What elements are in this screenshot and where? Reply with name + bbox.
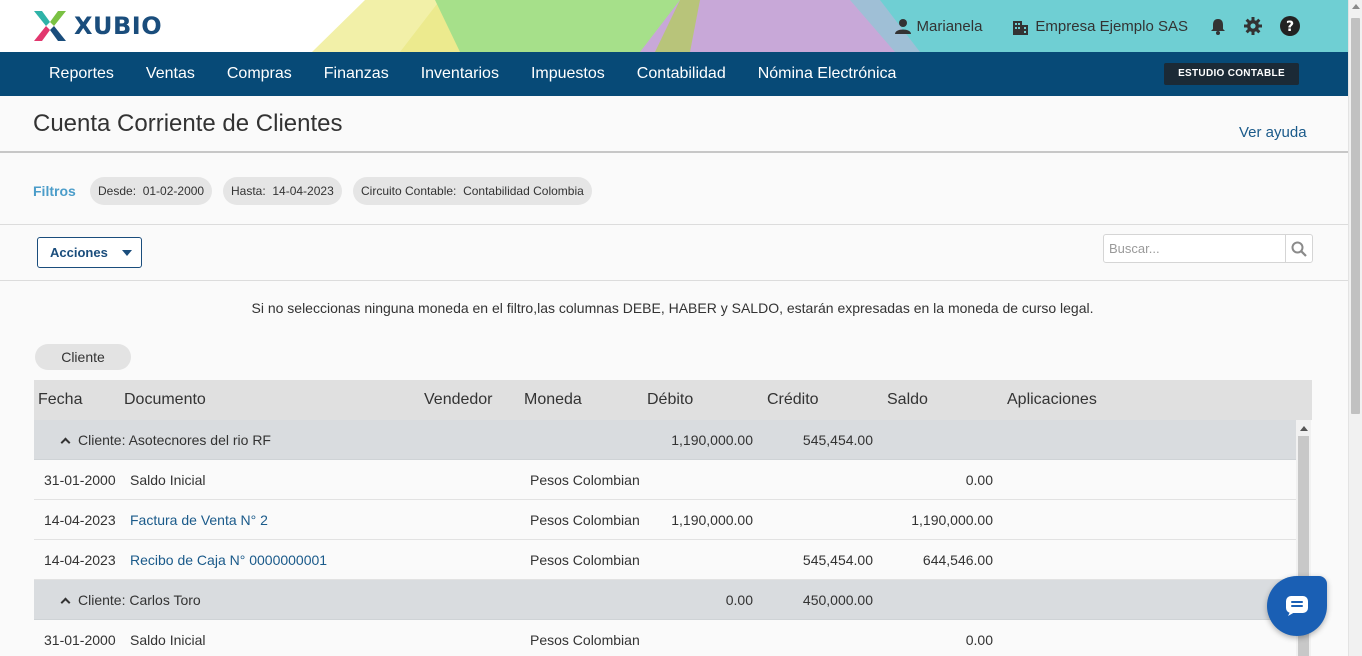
group-label: Cliente: Asotecnores del rio RF bbox=[60, 420, 271, 460]
cell-fecha: 14-04-2023 bbox=[44, 552, 116, 568]
document-link[interactable]: Factura de Venta N° 2 bbox=[130, 500, 268, 540]
nav-item-reportes[interactable]: Reportes bbox=[33, 52, 130, 96]
nav-item-ventas[interactable]: Ventas bbox=[130, 52, 211, 96]
group-row[interactable]: Cliente: Asotecnores del rio RF 1,190,00… bbox=[34, 420, 1296, 460]
cell-saldo: 0.00 bbox=[965, 632, 993, 648]
chat-icon bbox=[1286, 596, 1308, 616]
xubio-logo[interactable]: XUBIO bbox=[32, 9, 162, 43]
filter-chip-name: Circuito Contable: bbox=[361, 184, 457, 198]
top-bar: XUBIO Marianela Empresa Ejemplo SAS ? bbox=[0, 0, 1348, 52]
filter-chip-name: Hasta: bbox=[231, 184, 266, 198]
column-header-moneda[interactable]: Moneda bbox=[524, 380, 582, 420]
scroll-up-icon[interactable] bbox=[1352, 4, 1360, 9]
filter-chip-value: 14-04-2023 bbox=[272, 184, 334, 198]
cell-moneda: Pesos Colombian bbox=[530, 512, 640, 528]
column-header-documento[interactable]: Documento bbox=[124, 380, 206, 420]
chevron-up-icon[interactable] bbox=[60, 597, 71, 608]
acciones-dropdown[interactable]: Acciones bbox=[37, 237, 142, 268]
xubio-logo-icon bbox=[34, 11, 66, 41]
column-header-vendedor[interactable]: Vendedor bbox=[424, 380, 493, 420]
column-header-fecha[interactable]: Fecha bbox=[38, 380, 82, 420]
bell-icon[interactable] bbox=[1210, 18, 1226, 35]
currency-notice: Si no seleccionas ninguna moneda en el f… bbox=[251, 300, 1094, 316]
column-header-credito[interactable]: Crédito bbox=[767, 380, 819, 420]
page-title: Cuenta Corriente de Clientes bbox=[33, 110, 343, 137]
cell-fecha: 14-04-2023 bbox=[44, 512, 116, 528]
group-debito: 1,190,000.00 bbox=[671, 432, 753, 448]
title-divider bbox=[0, 151, 1348, 153]
cell-moneda: Pesos Colombian bbox=[530, 472, 640, 488]
cell-documento: Saldo Inicial bbox=[130, 472, 206, 488]
main-nav: Reportes Ventas Compras Finanzas Inventa… bbox=[0, 52, 1348, 96]
studio-button[interactable]: ESTUDIO CONTABLE bbox=[1164, 63, 1299, 85]
table-row[interactable]: 14-04-2023 Recibo de Caja N° 0000000001 … bbox=[34, 540, 1296, 580]
user-menu-button[interactable]: Marianela bbox=[894, 17, 983, 35]
group-debito: 0.00 bbox=[725, 592, 753, 608]
filter-chip-hasta[interactable]: Hasta: 14-04-2023 bbox=[223, 177, 342, 205]
search-box bbox=[1103, 234, 1313, 263]
table-row[interactable]: 14-04-2023 Factura de Venta N° 2 Pesos C… bbox=[34, 500, 1296, 540]
nav-item-finanzas[interactable]: Finanzas bbox=[308, 52, 405, 96]
building-icon bbox=[1013, 20, 1029, 35]
company-selector[interactable]: Empresa Ejemplo SAS bbox=[1012, 18, 1188, 35]
help-link[interactable]: Ver ayuda bbox=[1239, 124, 1307, 141]
user-menu: Marianela Empresa Ejemplo SAS ? bbox=[894, 0, 1300, 52]
filters-label[interactable]: Filtros bbox=[33, 183, 76, 199]
filter-chip-name: Desde: bbox=[98, 184, 137, 198]
cell-credito: 545,454.00 bbox=[802, 552, 873, 568]
grouping-chip-cliente[interactable]: Cliente bbox=[35, 344, 131, 370]
user-icon bbox=[894, 19, 911, 34]
table-row[interactable]: 31-01-2000 Saldo Inicial Pesos Colombian… bbox=[34, 460, 1296, 500]
help-icon[interactable]: ? bbox=[1280, 16, 1300, 36]
column-header-saldo[interactable]: Saldo bbox=[887, 380, 928, 420]
acciones-label: Acciones bbox=[50, 245, 108, 260]
svg-text:?: ? bbox=[1286, 19, 1294, 35]
page-scrollbar[interactable] bbox=[1348, 0, 1362, 656]
brand-name: XUBIO bbox=[74, 12, 163, 40]
chat-button[interactable] bbox=[1267, 576, 1327, 636]
cell-fecha: 31-01-2000 bbox=[44, 472, 116, 488]
document-link[interactable]: Recibo de Caja N° 0000000001 bbox=[130, 540, 327, 580]
caret-down-icon bbox=[122, 250, 132, 256]
scroll-up-icon[interactable] bbox=[1300, 426, 1308, 431]
column-header-aplicaciones[interactable]: Aplicaciones bbox=[1007, 380, 1097, 420]
search-button[interactable] bbox=[1285, 235, 1312, 262]
group-label-text: Cliente: Carlos Toro bbox=[78, 592, 201, 608]
cell-moneda: Pesos Colombian bbox=[530, 552, 640, 568]
cell-debito: 1,190,000.00 bbox=[671, 512, 753, 528]
page-scrollbar-thumb[interactable] bbox=[1351, 18, 1360, 414]
nav-item-contabilidad[interactable]: Contabilidad bbox=[621, 52, 742, 96]
filter-chip-desde[interactable]: Desde: 01-02-2000 bbox=[90, 177, 213, 205]
nav-item-inventarios[interactable]: Inventarios bbox=[405, 52, 515, 96]
chevron-up-icon[interactable] bbox=[60, 437, 71, 448]
filter-chip-circuito[interactable]: Circuito Contable: Contabilidad Colombia bbox=[353, 177, 592, 205]
table-body: Cliente: Asotecnores del rio RF 1,190,00… bbox=[34, 420, 1296, 656]
company-name: Empresa Ejemplo SAS bbox=[1035, 17, 1188, 35]
group-credito: 545,454.00 bbox=[802, 432, 873, 448]
user-name: Marianela bbox=[916, 17, 983, 35]
search-input[interactable] bbox=[1104, 235, 1285, 262]
cell-saldo: 1,190,000.00 bbox=[911, 512, 993, 528]
filters-divider bbox=[0, 224, 1348, 225]
group-row[interactable]: Cliente: Carlos Toro 0.00 450,000.00 bbox=[34, 580, 1296, 620]
cell-moneda: Pesos Colombian bbox=[530, 632, 640, 648]
table-row[interactable]: 31-01-2000 Saldo Inicial Pesos Colombian… bbox=[34, 620, 1296, 656]
cell-saldo: 644,546.00 bbox=[922, 552, 993, 568]
gear-icon[interactable] bbox=[1244, 17, 1262, 35]
group-credito: 450,000.00 bbox=[802, 592, 873, 608]
cell-fecha: 31-01-2000 bbox=[44, 632, 116, 648]
column-header-debito[interactable]: Débito bbox=[647, 380, 693, 420]
search-icon bbox=[1291, 241, 1307, 257]
nav-item-compras[interactable]: Compras bbox=[211, 52, 308, 96]
nav-item-impuestos[interactable]: Impuestos bbox=[515, 52, 621, 96]
group-label: Cliente: Carlos Toro bbox=[60, 580, 201, 620]
cell-documento: Saldo Inicial bbox=[130, 632, 206, 648]
actions-divider bbox=[0, 280, 1348, 281]
filter-chip-value: Contabilidad Colombia bbox=[463, 184, 584, 198]
filter-chip-value: 01-02-2000 bbox=[142, 184, 205, 198]
group-label-text: Cliente: Asotecnores del rio RF bbox=[78, 432, 271, 448]
nav-item-nomina[interactable]: Nómina Electrónica bbox=[742, 52, 913, 96]
table-header: Fecha Documento Vendedor Moneda Débito C… bbox=[34, 380, 1312, 420]
cell-saldo: 0.00 bbox=[965, 472, 993, 488]
